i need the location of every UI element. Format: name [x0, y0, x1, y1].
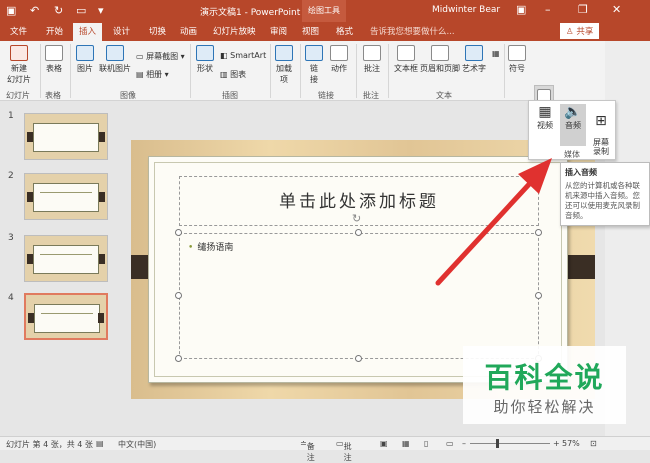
notes-label: 备注 — [306, 442, 315, 462]
language[interactable]: 中文(中国) — [118, 439, 156, 450]
fit-to-window-icon[interactable]: ⊡ — [590, 439, 597, 448]
comments-label: 批注 — [343, 442, 352, 462]
notes-button[interactable]: ≐ 备注 — [300, 439, 315, 462]
zoom-out-icon[interactable]: – — [462, 439, 466, 448]
watermark-subtitle: 助你轻松解决 — [493, 398, 596, 416]
normal-view-icon[interactable]: ▣ — [380, 439, 388, 448]
spellcheck-icon[interactable]: ▤ — [96, 439, 104, 448]
watermark-title: 百科全说 — [484, 361, 605, 394]
zoom-slider[interactable] — [470, 443, 550, 444]
status-bar: 幻灯片 第 4 张，共 4 张 ▤ 中文(中国) ≐ 备注 ▭ 批注 ▣ ▦ ▯… — [0, 436, 650, 462]
reading-view-icon[interactable]: ▯ — [424, 439, 428, 448]
zoom-in-icon[interactable]: + — [553, 439, 560, 448]
zoom-slider-thumb[interactable] — [496, 439, 499, 448]
slide-sorter-icon[interactable]: ▦ — [402, 439, 410, 448]
slideshow-view-icon[interactable]: ▭ — [446, 439, 454, 448]
zoom-level[interactable]: 57% — [562, 439, 580, 448]
comments-button[interactable]: ▭ 批注 — [336, 439, 352, 462]
slide-info: 幻灯片 第 4 张，共 4 张 — [6, 440, 93, 449]
watermark: 百科全说 助你轻松解决 — [463, 346, 626, 424]
